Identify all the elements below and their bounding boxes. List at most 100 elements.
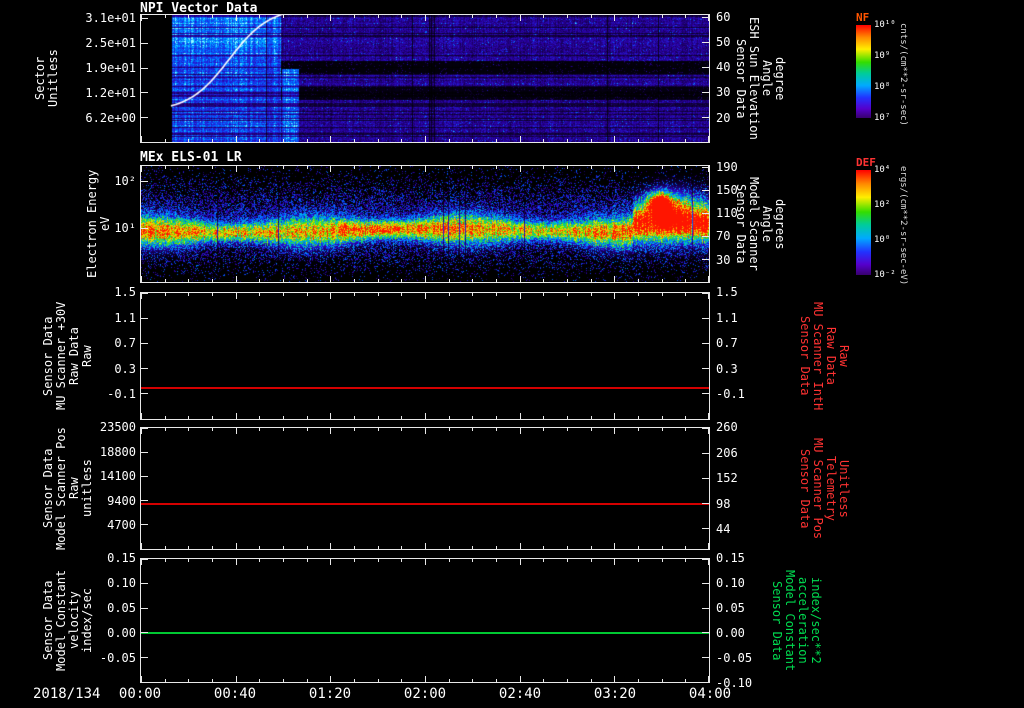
x-tick-mark [543,546,544,549]
y-tick-mark [141,181,148,183]
x-tick-mark [141,276,142,282]
x-tick-mark [708,276,709,282]
x-tick-mark [708,293,709,299]
x-tick-mark [425,413,426,419]
x-tick-mark [614,15,615,21]
y-tick-mark [702,502,709,504]
x-tick-mark [496,559,497,562]
colorbar-tick-label: 10⁻² [874,270,896,280]
x-tick-mark [378,428,379,431]
x-tick-mark [449,416,450,419]
y-tick-mark [702,528,709,530]
x-tick-mark [425,543,426,549]
x-tick-mark [591,428,592,431]
y-tick-mark [141,116,148,118]
x-tick-mark [472,279,473,282]
x-tick-mark [472,546,473,549]
x-tick-mark [212,428,213,431]
x-tick-mark [662,679,663,682]
x-tick-mark [543,293,544,296]
x-tick-mark [259,279,260,282]
y-tick-mark [141,227,148,229]
x-tick-mark [165,546,166,549]
axis-label-line: Raw Data [824,327,838,385]
x-tick-mark [330,293,331,299]
x-tick-mark [401,679,402,682]
x-tick-mark [638,293,639,296]
x-tick-mark [188,428,189,431]
x-tick-mark [236,428,237,434]
y-tick-label: 30 [716,85,731,100]
x-tick-mark [330,15,331,21]
y-tick-mark [702,317,709,319]
x-tick-mark [188,416,189,419]
x-tick-mark [520,543,521,549]
y-tick-label: 6.2e+00 [85,111,136,125]
y-tick-label: 0.05 [716,601,745,615]
x-tick-mark [685,416,686,419]
panel-1-plot-area [140,14,710,143]
x-tick-mark [520,15,521,21]
colorbar-tick-label: 10⁴ [874,165,891,175]
y-tick-mark [702,681,709,683]
x-tick-mark [307,166,308,169]
x-tick-mark [543,279,544,282]
axis-label-line: Raw [837,345,851,367]
x-tick-mark [354,293,355,296]
y-tick-mark [702,632,709,634]
x-axis-tick-label: 00:00 [118,686,162,702]
axis-label-line: MU Scanner IntH [811,301,825,411]
panel-1-right-axis-label: Sensor Data ESH Sun Elevation Angle degree [734,14,787,143]
x-tick-mark [236,136,237,142]
y-tick-mark [702,212,709,214]
x-axis-tick-label: 02:00 [403,686,447,702]
x-tick-mark [543,428,544,431]
y-tick-label: 0.7 [716,336,738,351]
x-tick-mark [472,416,473,419]
y-tick-label: 2.5e+01 [85,36,136,51]
x-tick-mark [307,428,308,431]
x-tick-mark [591,166,592,169]
x-tick-mark [236,676,237,682]
x-tick-mark [520,413,521,419]
y-tick-mark [702,477,709,479]
x-tick-mark [330,559,331,565]
panel-4-right-axis-label: Sensor Data MU Scanner Pos Telemetry Unitle… [798,427,851,550]
x-tick-mark [378,15,379,18]
x-tick-mark [449,15,450,18]
x-tick-mark [662,166,663,169]
x-tick-mark [378,679,379,682]
y-tick-mark [141,583,148,585]
x-tick-mark [685,15,686,18]
x-tick-mark [401,559,402,562]
x-tick-mark [401,139,402,142]
x-tick-mark [591,416,592,419]
x-tick-mark [188,559,189,562]
x-tick-mark [354,166,355,169]
x-tick-mark [236,15,237,21]
x-tick-mark [354,428,355,431]
y-tick-label: 0.3 [716,361,738,376]
x-tick-mark [188,679,189,682]
x-tick-mark [236,276,237,282]
axis-label-line: MU Scanner Pos [811,437,825,540]
axis-label-line: Model Constant [783,569,797,672]
colorbar-tick-label: 10⁸ [874,82,891,92]
y-tick-mark [141,427,148,429]
x-tick-mark [141,293,142,299]
panel-4-plot-area [140,427,710,550]
y-tick-mark [702,91,709,93]
x-tick-mark [449,546,450,549]
x-tick-mark [425,676,426,682]
axis-label-line: Sensor Data [770,580,784,661]
x-tick-mark [330,276,331,282]
y-tick-label: 50 [716,34,731,49]
x-tick-mark [496,416,497,419]
axis-label-line: Sensor Data [798,316,812,396]
x-tick-mark [401,546,402,549]
panel-1-left-axis-label: Sector Unitless [33,14,60,143]
y-tick-mark [702,190,709,192]
x-tick-mark [425,559,426,565]
x-tick-mark [401,428,402,431]
y-tick-mark [702,393,709,395]
